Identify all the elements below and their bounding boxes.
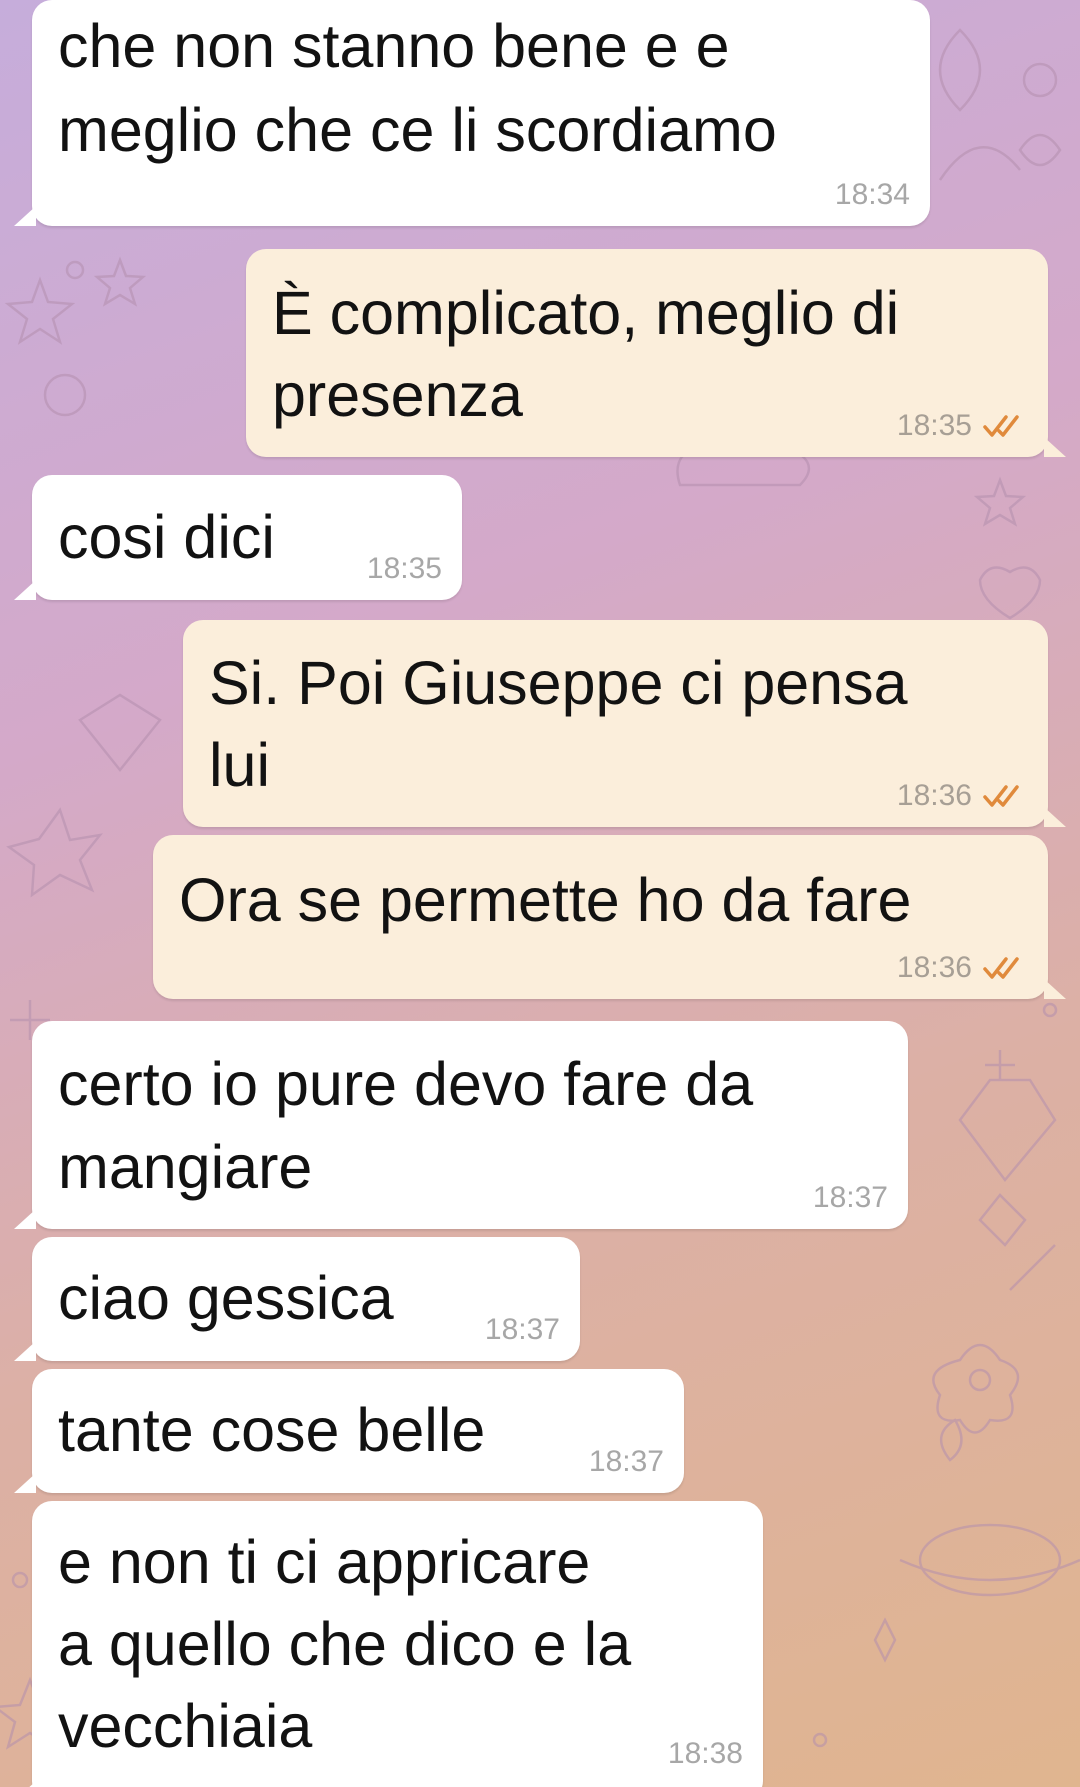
message-text-line: a quello che dico e la (58, 1610, 632, 1678)
message-text-line: Ora se permette ho da fare (179, 866, 912, 934)
chat-conversation[interactable]: che non stanno bene e e meglio che ce li… (0, 0, 1080, 1787)
message-text-line: ciao gessica (58, 1264, 394, 1332)
message-text-line: È complicato, meglio di (272, 279, 900, 347)
message-text-line: presenza (272, 361, 523, 429)
message-meta: 18:37 (813, 1181, 888, 1215)
message-meta: 18:37 (589, 1445, 664, 1479)
message-text-line: e non ti ci appricare (58, 1528, 591, 1596)
message-timestamp: 18:36 (896, 951, 972, 984)
incoming-message[interactable]: e non ti ci appricare a quello che dico … (14, 1501, 763, 1787)
outgoing-message[interactable]: È complicato, meglio di presenza 18:35 (246, 249, 1066, 457)
message-meta: 18:36 (897, 951, 1028, 985)
outgoing-message[interactable]: Ora se permette ho da fare 18:36 (153, 835, 1066, 999)
message-timestamp: 18:34 (834, 178, 910, 211)
message-text-line: mangiare (58, 1133, 313, 1201)
message-text-line: lui (209, 731, 271, 799)
message-text-line: certo io pure devo fare da (58, 1050, 754, 1118)
message-timestamp: 18:37 (812, 1181, 888, 1214)
message-meta: 18:35 (897, 409, 1028, 443)
incoming-message[interactable]: tante cose belle 18:37 (14, 1369, 684, 1493)
message-timestamp: 18:35 (896, 409, 972, 442)
double-check-icon (983, 415, 1019, 437)
message-timestamp: 18:37 (588, 1445, 664, 1478)
message-timestamp: 18:38 (667, 1737, 743, 1770)
message-meta: 18:36 (897, 779, 1028, 813)
incoming-message[interactable]: che non stanno bene e e meglio che ce li… (14, 0, 930, 226)
message-meta: 18:37 (485, 1313, 560, 1347)
message-timestamp: 18:37 (484, 1313, 560, 1346)
incoming-message[interactable]: cosi dici 18:35 (14, 475, 462, 600)
message-meta: 18:34 (835, 178, 910, 212)
double-check-icon (983, 785, 1019, 807)
message-text-line: tante cose belle (58, 1396, 486, 1464)
message-timestamp: 18:35 (366, 552, 442, 585)
message-text-line: cosi dici (58, 503, 275, 571)
message-text-line: Si. Poi Giuseppe ci pensa (209, 649, 908, 717)
message-meta: 18:35 (367, 552, 442, 586)
message-meta: 18:38 (668, 1737, 743, 1771)
message-text-line: vecchiaia (58, 1692, 313, 1760)
outgoing-message[interactable]: Si. Poi Giuseppe ci pensa lui 18:36 (183, 620, 1066, 827)
incoming-message[interactable]: ciao gessica 18:37 (14, 1237, 580, 1361)
message-timestamp: 18:36 (896, 779, 972, 812)
message-text-line: che non stanno bene e e (58, 12, 730, 80)
message-text-line: meglio che ce li scordiamo (58, 96, 777, 164)
double-check-icon (983, 957, 1019, 979)
incoming-message[interactable]: certo io pure devo fare da mangiare 18:3… (14, 1021, 908, 1229)
